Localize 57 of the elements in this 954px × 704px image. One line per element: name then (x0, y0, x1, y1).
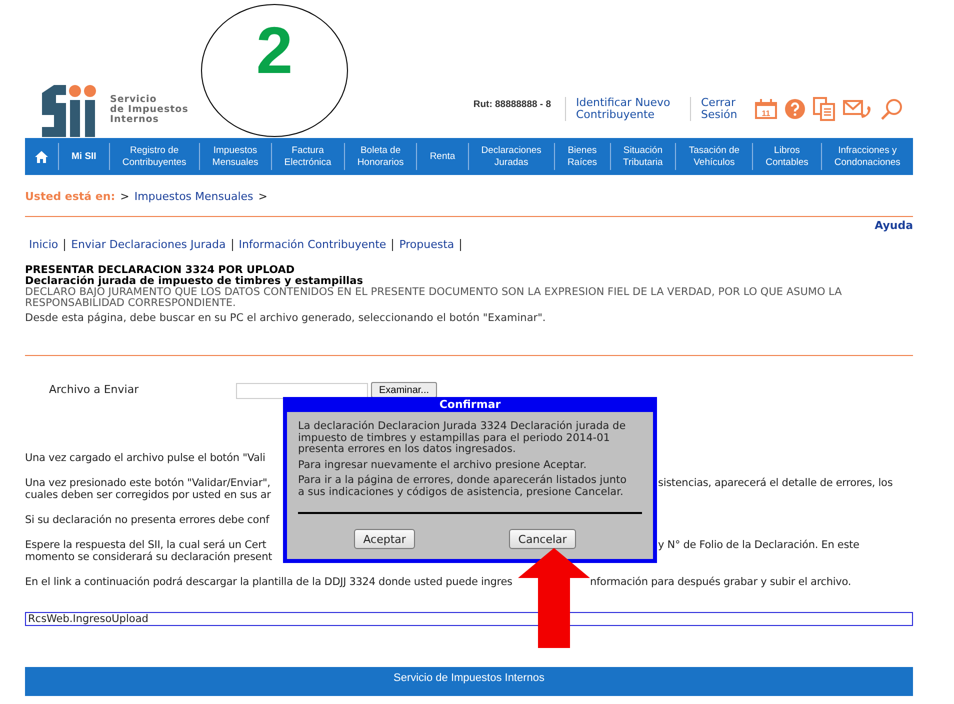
nav-item[interactable]: Renta (416, 143, 468, 170)
section-link[interactable]: Propuesta (393, 239, 462, 251)
link-box[interactable]: RcsWeb.IngresoUpload (25, 612, 913, 626)
oath-text: DECLARO BAJO JURAMENTO QUE LOS DATOS CONTENIDOS EN EL PRESENTE DOCUMENTO SON LA EXPRESION FIEL DE LA VERDAD, POR LO QUE ASUMO LA RESPONSABILIDAD CORRESPONDIENTE. (25, 287, 843, 309)
dialog-text: Para ir a la página de errores, donde aparecerán listados junto a sus indicaciones y códigos de asistencia, presione Cancelar. (298, 475, 628, 498)
dialog-button[interactable]: Aceptar (354, 529, 415, 549)
help-link[interactable]: Ayuda (874, 219, 913, 232)
section-link[interactable]: Información Contribuyente (232, 239, 394, 251)
dialog-title: Confirmar (287, 397, 653, 412)
nav-item[interactable]: Infracciones y Condonaciones (820, 143, 913, 170)
breadcrumb-separator: > (258, 190, 268, 202)
nav-item[interactable]: Mi SII (58, 143, 109, 170)
header-link[interactable]: Cerrar Sesión (690, 97, 753, 121)
file-field[interactable] (236, 383, 368, 399)
nav-item[interactable]: Bienes Raíces (554, 143, 610, 170)
help-icon[interactable] (785, 99, 805, 119)
paragraph-text: Si su declaración no presenta errores debe conf (25, 514, 270, 526)
file-label: Archivo a Enviar (49, 383, 140, 396)
footer-bar: Servicio de Impuestos Internos (25, 667, 913, 696)
paragraph-text: momento se considerará su declaración present (25, 551, 274, 563)
annotation-circle: 2 (201, 4, 348, 137)
dialog-text: La declaración Declaracion Jurada 3324 Declaración jurada de impuesto de timbres y estampillas para el periodo 2014-01 presenta errores en los datos ingresados. (298, 421, 627, 456)
nav-item[interactable]: Declaraciones Juradas (468, 143, 554, 170)
paragraph-text: Espere la respuesta del SII, la cual será un Cert (25, 539, 268, 551)
nav-item[interactable]: Tasación de Vehículos (675, 143, 752, 170)
paragraph-text: y N° de Folio de la Declaración. En este (658, 539, 860, 551)
nav-item[interactable]: Situación Tributaria (610, 143, 676, 170)
breadcrumb-link[interactable]: Impuestos Mensuales (134, 190, 254, 202)
paragraph-text: Una vez cargado el archivo pulse el botón "Vali (25, 452, 266, 464)
paragraph-text: En el link a continuación podrá descargar la plantilla de la DDJJ 3324 donde usted puede ingres (25, 576, 514, 588)
instruction-text: Desde esta página, debe buscar en su PC el archivo generado, seleccionando el botón "Examinar". (25, 312, 547, 324)
breadcrumb-label: Usted está en: (25, 190, 116, 202)
nav-item[interactable]: Libros Contables (752, 143, 821, 170)
breadcrumb-separator: > (120, 190, 130, 202)
documents-icon[interactable] (813, 97, 835, 121)
paragraph-text: cuales deben ser corregidos por usted en sus ar (25, 489, 272, 501)
form-subtitle: Declaración jurada de impuesto de timbres y estampillas (25, 276, 364, 287)
search-icon[interactable] (881, 98, 903, 120)
home-icon (35, 150, 48, 162)
header-link[interactable]: Identificar Nuevo Contribuyente (565, 97, 690, 121)
paragraph-text: sistencias, aparecerá el detalle de errores, los (658, 477, 894, 489)
nav-item[interactable]: Factura Electrónica (270, 143, 344, 170)
form-title: PRESENTAR DECLARACION 3324 POR UPLOAD (25, 265, 296, 276)
nav-item[interactable]: Impuestos Mensuales (198, 143, 271, 170)
paragraph-text: Una vez presionado este botón "Validar/Enviar", (25, 477, 272, 489)
dialog-text: Para ingresar nuevamente el archivo presione Aceptar. (298, 460, 588, 471)
section-link[interactable]: Inicio (29, 239, 66, 251)
mail-phone-icon[interactable] (843, 99, 873, 119)
rut-text: Rut: 88888888 - 8 (473, 99, 552, 110)
logo-text: Servicio de Impuestos Internos (110, 95, 188, 125)
section-link[interactable]: Enviar Declaraciones Jurada (65, 239, 233, 251)
nav-item[interactable]: Boleta de Honorarios (344, 143, 416, 170)
paragraph-text: nformación para después grabar y subir el archivo. (590, 576, 852, 588)
calendar-icon[interactable]: 11 (755, 99, 777, 119)
nav-item[interactable]: Registro de Contribuyentes (108, 143, 199, 170)
browse-button[interactable]: Examinar... (371, 382, 438, 398)
dialog-button[interactable]: Cancelar (509, 529, 576, 549)
